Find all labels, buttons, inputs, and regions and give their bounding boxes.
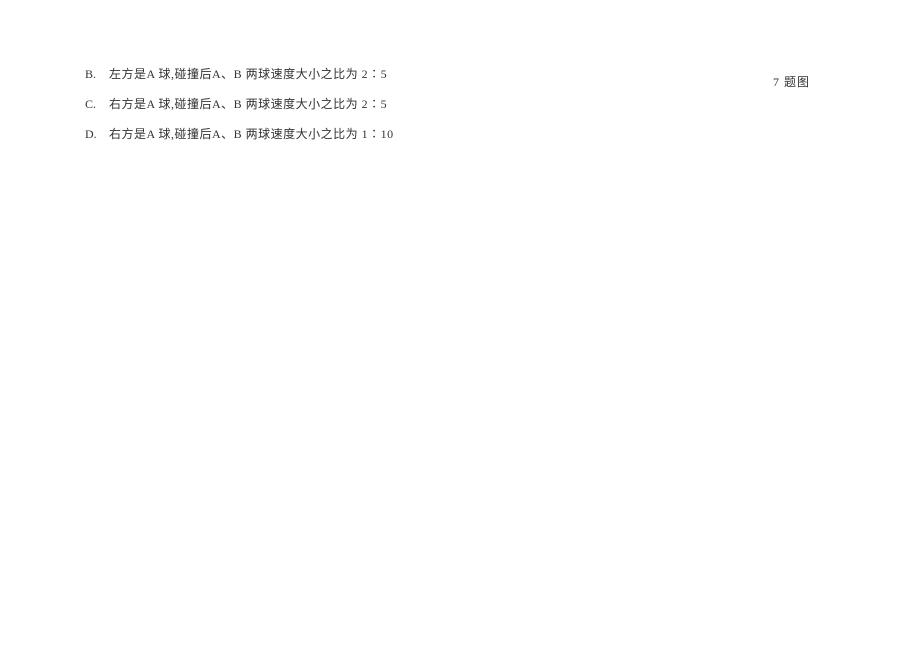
option-c-text: 右方是A 球,碰撞后A、B 两球速度大小之比为 2∶5 [109,95,387,113]
figure-caption: 7 题图 [773,73,810,90]
option-b: B. 左方是A 球,碰撞后A、B 两球速度大小之比为 2∶5 [85,65,835,83]
option-d-text: 右方是A 球,碰撞后A、B 两球速度大小之比为 1∶10 [109,125,394,143]
option-b-label: B. [85,65,99,83]
option-d-label: D. [85,125,99,143]
options-container: B. 左方是A 球,碰撞后A、B 两球速度大小之比为 2∶5 C. 右方是A 球… [85,65,835,155]
option-b-text: 左方是A 球,碰撞后A、B 两球速度大小之比为 2∶5 [109,65,387,83]
option-c: C. 右方是A 球,碰撞后A、B 两球速度大小之比为 2∶5 [85,95,835,113]
option-d: D. 右方是A 球,碰撞后A、B 两球速度大小之比为 1∶10 [85,125,835,143]
option-c-label: C. [85,95,99,113]
